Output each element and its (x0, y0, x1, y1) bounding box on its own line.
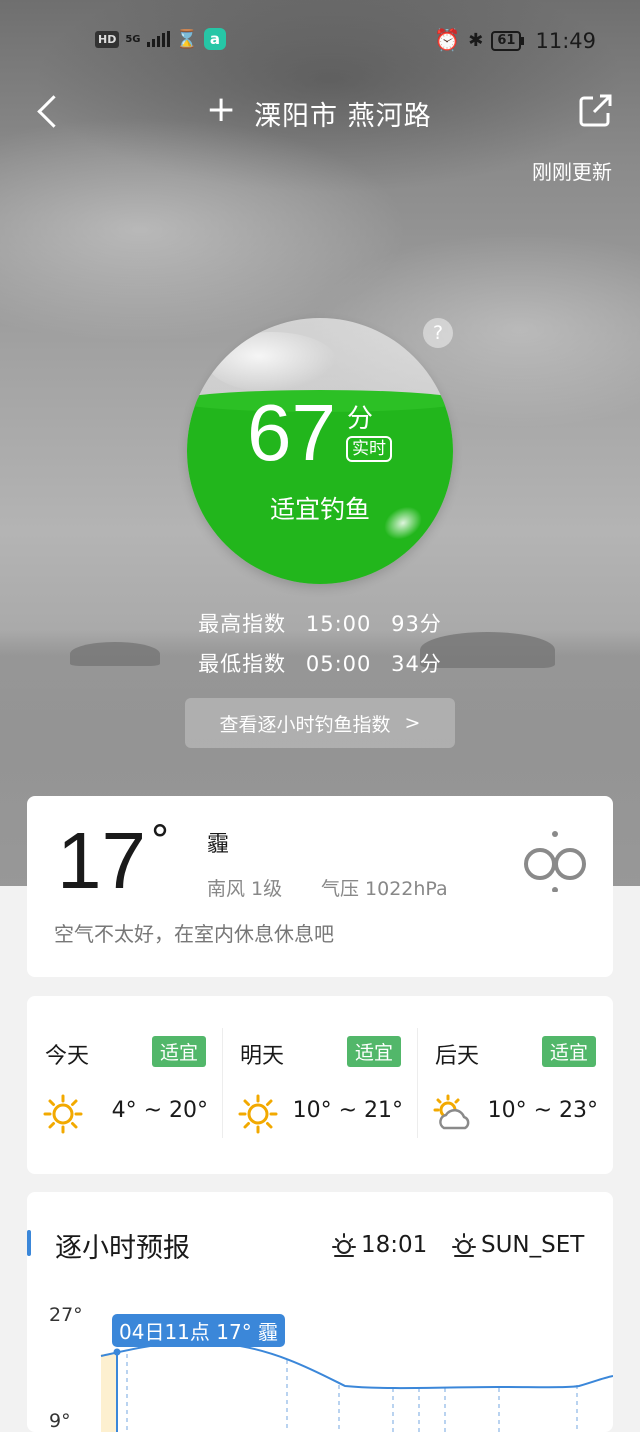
share-icon[interactable] (578, 92, 612, 127)
forecast-card: 今天 适宜 4° ~ 20° 明天 适宜 10° ~ 21° 后天 适宜 10°… (27, 996, 613, 1174)
current-hour-tooltip: 04日11点 17° 霾 (112, 1314, 286, 1347)
pressure-info: 气压 1022hPa (321, 878, 448, 900)
clock: 11:49 (535, 28, 596, 53)
index-score: 67 (247, 388, 336, 477)
realtime-badge: 实时 (346, 436, 392, 462)
current-weather-card: 17 ° 霾 南风 1级 气压 1022hPa 空气不太好，在室内休息休息吧 (27, 796, 613, 977)
current-hour-point (113, 1348, 121, 1356)
air-quality-tip: 空气不太好，在室内休息休息吧 (54, 922, 334, 946)
low-index-label: 最低指数 (198, 652, 287, 676)
add-city-icon[interactable]: + (206, 90, 236, 130)
suitability-tag: 适宜 (541, 1036, 596, 1067)
forecast-day-label: 今天 (45, 1044, 90, 1069)
current-temp: 17 (57, 816, 146, 905)
degree-symbol: ° (150, 818, 170, 864)
current-hour-highlight (101, 1354, 118, 1432)
forecast-day-today[interactable]: 今天 适宜 4° ~ 20° (27, 996, 222, 1176)
low-index-value: 34分 (391, 652, 442, 676)
battery-icon: 61 (491, 30, 525, 51)
hourly-temp-chart (100, 1341, 613, 1432)
hourglass-icon: ⌛ (175, 28, 198, 50)
forecast-day-label: 明天 (240, 1044, 285, 1069)
index-unit: 分 (347, 404, 374, 434)
suitability-tag: 适宜 (346, 1036, 401, 1067)
chevron-right-icon: > (404, 712, 421, 734)
ball-highlight (207, 332, 337, 392)
forecast-day-tomorrow[interactable]: 明天 适宜 10° ~ 21° (222, 996, 417, 1176)
hourly-forecast-card: 逐小时预报 18:01 SUN_SET 27° 9° 04日11点 17° 霾 (27, 1192, 613, 1432)
help-icon[interactable]: ? (423, 318, 453, 348)
partly-cloudy-icon (433, 1094, 470, 1130)
haze-icon (524, 831, 586, 892)
forecast-temp-range: 10° ~ 21° (292, 1098, 403, 1123)
sun-icon (43, 1094, 83, 1134)
app-icon: a (203, 28, 226, 50)
network-type: 5G (125, 33, 141, 45)
sun-icon (238, 1094, 278, 1134)
back-icon[interactable] (32, 90, 68, 130)
high-index-row: 最高指数 15:00 93分 (0, 608, 640, 638)
index-level: 适宜钓鱼 (269, 495, 370, 524)
status-bar: HD 5G ⌛ a ⏰ ✱ 61 11:49 (0, 0, 640, 80)
forecast-temp-range: 4° ~ 20° (111, 1098, 208, 1123)
hd-icon: HD (95, 30, 120, 48)
location-title[interactable]: 溧阳市 燕河路 (254, 94, 432, 133)
forecast-temp-range: 10° ~ 23° (487, 1098, 598, 1123)
bluetooth-icon: ✱ (468, 30, 484, 51)
forecast-day-after-tomorrow[interactable]: 后天 适宜 10° ~ 23° (417, 996, 612, 1176)
wind-info: 南风 1级 (207, 878, 283, 900)
low-index-row: 最低指数 05:00 34分 (0, 648, 640, 678)
low-index-time: 05:00 (305, 652, 372, 676)
hour-gridlines (126, 1354, 578, 1432)
suitability-tag: 适宜 (151, 1036, 206, 1067)
signal-icon (146, 31, 170, 47)
top-bar: + 溧阳市 燕河路 (0, 80, 640, 140)
hourly-index-button[interactable]: 查看逐小时钓鱼指数 > (185, 698, 455, 748)
alarm-icon: ⏰ (434, 28, 461, 52)
forecast-day-label: 后天 (435, 1044, 480, 1069)
temperature-line (100, 1341, 613, 1390)
high-index-time: 15:00 (305, 612, 372, 636)
update-status: 刚刚更新 (532, 160, 612, 184)
high-index-label: 最高指数 (198, 612, 287, 636)
hourly-index-button-label: 查看逐小时钓鱼指数 (219, 713, 391, 736)
high-index-value: 93分 (391, 612, 442, 636)
share-icon-graphic (579, 94, 612, 127)
current-condition: 霾 (207, 832, 230, 857)
